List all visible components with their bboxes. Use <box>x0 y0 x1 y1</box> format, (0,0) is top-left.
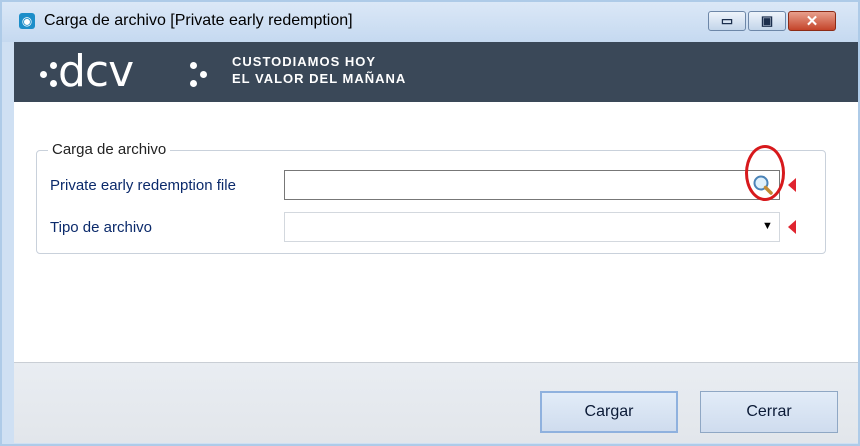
form-area: Carga de archivo Private early redemptio… <box>14 102 858 362</box>
highlight-annotation <box>745 145 785 201</box>
maximize-button[interactable]: ▣ <box>748 11 786 31</box>
close-icon: ✕ <box>805 13 819 30</box>
tagline-line-1: CUSTODIAMOS HOY <box>232 54 377 69</box>
dcv-logo: dcv <box>58 46 134 97</box>
file-field-label: Private early redemption file <box>50 177 236 194</box>
groupbox-title: Carga de archivo <box>48 141 171 158</box>
required-marker-icon <box>788 178 796 192</box>
close-button[interactable]: Cerrar <box>700 391 838 433</box>
tagline-line-2: EL VALOR DEL MAÑANA <box>232 71 407 86</box>
maximize-icon: ▣ <box>760 13 774 28</box>
minimize-icon: ▭ <box>720 13 734 28</box>
app-icon: ◉ <box>19 13 35 29</box>
required-marker-icon <box>788 220 796 234</box>
upload-button[interactable]: Cargar <box>540 391 678 433</box>
title-bar[interactable]: ◉ Carga de archivo [Private early redemp… <box>2 2 858 42</box>
file-type-label: Tipo de archivo <box>50 219 152 236</box>
logo-dots-right-icon <box>190 62 214 88</box>
file-type-select[interactable] <box>284 212 780 242</box>
button-bar: Cargar Cerrar <box>14 362 858 443</box>
close-window-button[interactable]: ✕ <box>788 11 836 31</box>
window-title: Carga de archivo [Private early redempti… <box>44 12 353 29</box>
brand-banner: dcv CUSTODIAMOS HOY EL VALOR DEL MAÑANA <box>14 42 858 102</box>
brand-tagline: CUSTODIAMOS HOY EL VALOR DEL MAÑANA <box>232 53 406 87</box>
minimize-button[interactable]: ▭ <box>708 11 746 31</box>
dialog-window: ◉ Carga de archivo [Private early redemp… <box>0 0 860 446</box>
file-path-input[interactable] <box>284 170 780 200</box>
dropdown-arrow-icon[interactable]: ▼ <box>762 220 773 232</box>
